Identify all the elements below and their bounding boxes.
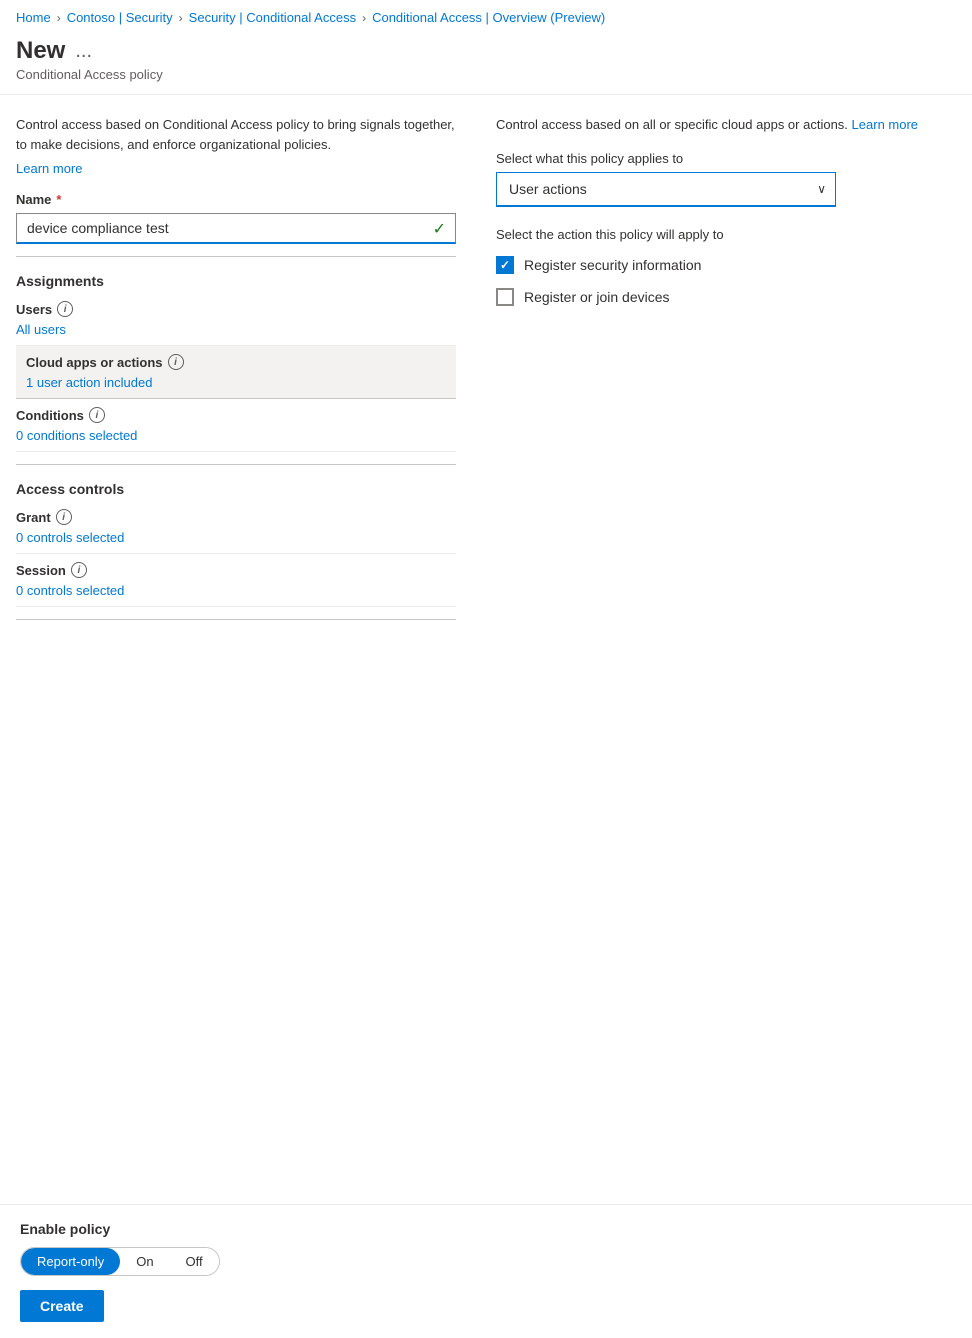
dropdown-wrapper: User actions ∨ [496,172,836,207]
cloud-apps-label-row: Cloud apps or actions i [26,354,446,370]
grant-value[interactable]: 0 controls selected [16,530,124,545]
users-row: Users i All users [16,293,456,346]
right-description-text: Control access based on all or specific … [496,117,848,132]
users-value[interactable]: All users [16,322,66,337]
conditions-info-icon[interactable]: i [89,407,105,423]
breadcrumb-sep-3: › [362,11,366,25]
main-content: Control access based on Conditional Acce… [0,95,972,648]
right-panel: Control access based on all or specific … [496,115,956,320]
checkbox-row-devices: Register or join devices [496,288,956,306]
right-description: Control access based on all or specific … [496,115,956,135]
toggle-pill: Report-only On Off [20,1247,220,1276]
cloud-apps-value[interactable]: 1 user action included [26,375,152,390]
conditions-label-row: Conditions i [16,407,456,423]
session-label-row: Session i [16,562,456,578]
cloud-apps-row[interactable]: Cloud apps or actions i 1 user action in… [16,346,456,399]
checkbox-row-security: ✓ Register security information [496,256,956,274]
cloud-apps-info-icon[interactable]: i [168,354,184,370]
users-label: Users [16,302,52,317]
right-learn-more[interactable]: Learn more [852,117,918,132]
checkbox-join-devices[interactable] [496,288,514,306]
grant-info-icon[interactable]: i [56,509,72,525]
applies-to-dropdown[interactable]: User actions [496,172,836,207]
breadcrumb-home[interactable]: Home [16,10,51,25]
cloud-apps-label: Cloud apps or actions [26,355,163,370]
access-controls-divider [16,464,456,465]
toggle-off[interactable]: Off [170,1248,219,1275]
access-controls-heading: Access controls [16,473,456,501]
grant-row: Grant i 0 controls selected [16,501,456,554]
breadcrumb-sep-2: › [179,11,183,25]
enable-policy-label: Enable policy [20,1221,952,1237]
users-info-icon[interactable]: i [57,301,73,317]
grant-label: Grant [16,510,51,525]
assignments-divider [16,256,456,257]
conditions-value[interactable]: 0 conditions selected [16,428,137,443]
session-label: Session [16,563,66,578]
users-label-row: Users i [16,301,456,317]
dropdown-value: User actions [509,181,587,197]
conditions-row: Conditions i 0 conditions selected [16,399,456,452]
page-subtitle: Conditional Access policy [16,67,956,82]
name-label-row: Name * [16,192,456,207]
breadcrumb-security-ca[interactable]: Security | Conditional Access [189,10,356,25]
left-panel: Control access based on Conditional Acce… [16,115,456,628]
bottom-divider [16,619,456,620]
toggle-report-only[interactable]: Report-only [21,1248,120,1275]
session-row: Session i 0 controls selected [16,554,456,607]
assignments-heading: Assignments [16,265,456,293]
conditions-label: Conditions [16,408,84,423]
bottom-bar: Enable policy Report-only On Off Create [0,1204,972,1338]
bottom-spacer [0,648,972,768]
checkmark-security: ✓ [500,258,510,272]
left-learn-more[interactable]: Learn more [16,161,82,176]
page-title-ellipsis[interactable]: ... [75,40,92,63]
action-label: Select the action this policy will apply… [496,227,956,242]
name-input-wrapper: ✓ [16,213,456,244]
checkmark-icon: ✓ [433,219,446,239]
grant-label-row: Grant i [16,509,456,525]
create-button[interactable]: Create [20,1290,104,1322]
required-star: * [56,192,61,207]
breadcrumb-contoso[interactable]: Contoso | Security [67,10,173,25]
checkbox-security-info[interactable]: ✓ [496,256,514,274]
page-title-row: New ... [16,37,956,65]
left-description: Control access based on Conditional Acce… [16,115,456,154]
session-info-icon[interactable]: i [71,562,87,578]
session-value[interactable]: 0 controls selected [16,583,124,598]
name-label: Name [16,192,51,207]
page-title-text: New [16,37,65,65]
checkbox-security-label: Register security information [524,257,701,273]
toggle-group: Report-only On Off [20,1247,952,1276]
applies-label: Select what this policy applies to [496,151,956,166]
checkbox-devices-label: Register or join devices [524,289,670,305]
breadcrumb-ca-overview[interactable]: Conditional Access | Overview (Preview) [372,10,605,25]
toggle-on[interactable]: On [120,1248,169,1275]
page-header: New ... Conditional Access policy [0,33,972,95]
name-input[interactable] [16,213,456,244]
breadcrumb-sep-1: › [57,11,61,25]
breadcrumb: Home › Contoso | Security › Security | C… [0,0,972,33]
